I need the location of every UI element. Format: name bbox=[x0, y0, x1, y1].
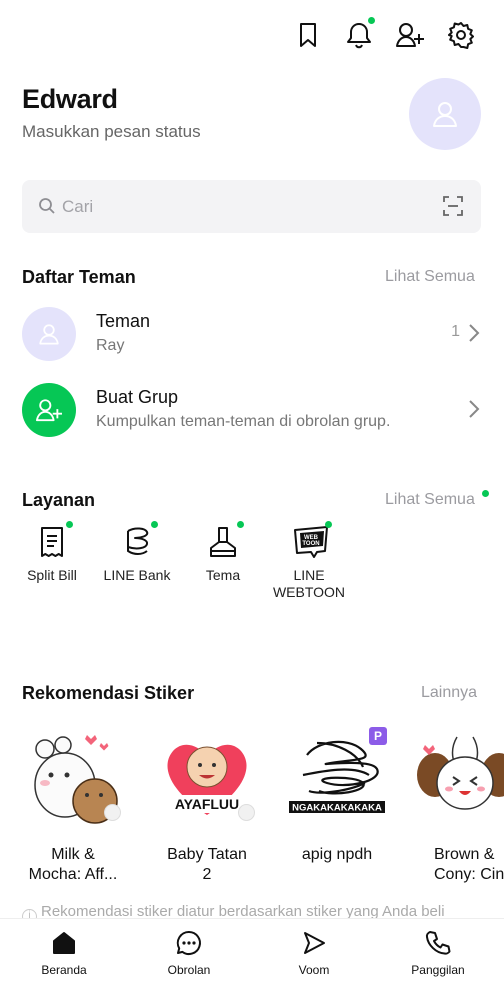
service-webtoon[interactable]: WEB TOON LINE WEBTOON bbox=[269, 521, 349, 601]
tab-calls[interactable]: Panggilan bbox=[393, 929, 483, 977]
tab-chats[interactable]: Obrolan bbox=[144, 929, 234, 977]
sticker-carousel[interactable]: Milk & Mocha: Aff... AYAFLUU Baby Tatan … bbox=[0, 725, 504, 895]
service-label: Split Bill bbox=[27, 567, 77, 583]
stickers-more-link[interactable]: Lainnya bbox=[421, 684, 477, 702]
sticker-image: NGAKAKAKAKAKA P bbox=[287, 725, 387, 825]
person-icon bbox=[39, 324, 59, 345]
sticker-item[interactable]: NGAKAKAKAKAKA P apig npdh bbox=[284, 725, 390, 865]
tab-label: Beranda bbox=[41, 963, 87, 977]
search-bar[interactable] bbox=[22, 180, 481, 233]
service-split-bill[interactable]: Split Bill bbox=[12, 521, 92, 584]
add-friend-icon[interactable] bbox=[393, 18, 427, 52]
services-see-all-link[interactable]: Lihat Semua bbox=[385, 491, 475, 509]
sound-icon bbox=[104, 804, 121, 821]
sticker-item[interactable]: Brown & Cony: Cint bbox=[412, 725, 504, 885]
friend-avatar bbox=[22, 307, 76, 361]
row-title: Teman bbox=[96, 311, 151, 331]
voom-icon bbox=[269, 929, 359, 957]
sound-icon bbox=[238, 804, 255, 821]
sticker-item[interactable]: Milk & Mocha: Aff... bbox=[20, 725, 126, 885]
service-line-bank[interactable]: LINE Bank bbox=[97, 521, 177, 584]
services-section-title: Layanan bbox=[22, 490, 96, 510]
sticker-item[interactable]: AYAFLUU Baby Tatan 2 bbox=[154, 725, 260, 885]
webtoon-icon: WEB TOON bbox=[292, 521, 332, 559]
friends-section-title: Daftar Teman bbox=[22, 267, 136, 287]
chevron-right-icon bbox=[469, 400, 480, 418]
sticker-image: AYAFLUU bbox=[157, 725, 257, 825]
service-label: LINE WEBTOON bbox=[272, 567, 346, 600]
person-icon bbox=[433, 102, 457, 127]
group-avatar bbox=[22, 383, 76, 437]
row-subtitle: Kumpulkan teman-teman di obrolan grup. bbox=[96, 413, 391, 430]
top-bar bbox=[0, 0, 504, 70]
search-input[interactable] bbox=[62, 180, 422, 233]
profile-avatar[interactable] bbox=[409, 78, 481, 150]
svg-text:TOON: TOON bbox=[302, 541, 319, 547]
friends-row[interactable]: Teman Ray 1 bbox=[22, 307, 482, 363]
sticker-name: Brown & Cony: Cint bbox=[434, 846, 504, 883]
status-message[interactable]: Masukkan pesan status bbox=[22, 122, 201, 142]
service-theme[interactable]: Tema bbox=[183, 521, 263, 584]
notification-dot bbox=[368, 17, 375, 24]
home-icon bbox=[19, 929, 109, 957]
stickers-section-title: Rekomendasi Stiker bbox=[22, 683, 195, 703]
sticker-image bbox=[415, 725, 504, 825]
sticker-caption: AYAFLUU bbox=[175, 796, 239, 812]
chat-icon bbox=[144, 929, 234, 957]
bottom-tab-bar: Beranda Obrolan Voom Panggilan bbox=[0, 918, 504, 992]
phone-icon bbox=[393, 929, 483, 957]
sticker-name: apig npdh bbox=[301, 846, 373, 863]
sticker-name: Milk & Mocha: Aff... bbox=[28, 846, 118, 883]
services-list: Split Bill LINE Bank Tema WEB TOON LINE W… bbox=[0, 521, 504, 625]
search-icon bbox=[39, 198, 55, 214]
settings-icon[interactable] bbox=[444, 18, 478, 52]
receipt-icon bbox=[35, 521, 73, 559]
add-group-icon bbox=[35, 399, 62, 422]
premium-badge: P bbox=[369, 727, 387, 745]
service-label: Tema bbox=[205, 567, 241, 583]
create-group-row[interactable]: Buat Grup Kumpulkan teman-teman di obrol… bbox=[22, 383, 482, 439]
row-title: Buat Grup bbox=[96, 387, 179, 407]
bookmark-icon[interactable] bbox=[291, 18, 325, 52]
tab-voom[interactable]: Voom bbox=[269, 929, 359, 977]
tab-label: Voom bbox=[298, 963, 330, 977]
qr-scan-icon[interactable] bbox=[442, 195, 464, 217]
chevron-right-icon bbox=[469, 324, 480, 342]
profile-name[interactable]: Edward bbox=[22, 84, 118, 115]
friend-count: 1 bbox=[451, 323, 460, 340]
new-dot bbox=[482, 490, 489, 497]
sticker-image bbox=[23, 725, 123, 825]
tab-home[interactable]: Beranda bbox=[19, 929, 109, 977]
sticker-caption: NGAKAKAKAKAKA bbox=[292, 803, 382, 814]
service-label: LINE Bank bbox=[103, 567, 171, 583]
theme-brush-icon bbox=[206, 521, 244, 559]
bank-icon bbox=[120, 521, 158, 559]
friends-see-all-link[interactable]: Lihat Semua bbox=[385, 268, 475, 286]
tab-label: Obrolan bbox=[167, 963, 211, 977]
row-subtitle: Ray bbox=[96, 337, 125, 354]
tab-label: Panggilan bbox=[411, 963, 465, 977]
sticker-name: Baby Tatan 2 bbox=[167, 846, 247, 883]
bell-icon[interactable] bbox=[342, 17, 376, 52]
